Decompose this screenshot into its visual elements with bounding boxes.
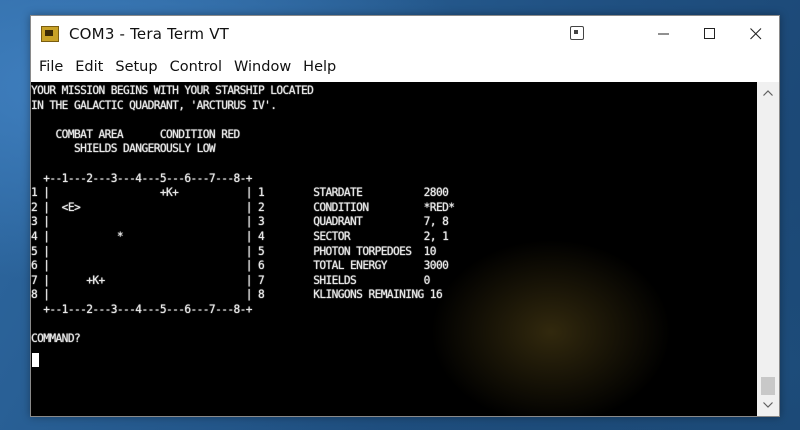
- window-title: COM3 - Tera Term VT: [69, 25, 230, 43]
- terminal-line: 2 | <E> | 2 CONDITION *RED*: [31, 200, 455, 214]
- scrollbar-thumb[interactable]: [761, 377, 775, 395]
- chevron-down-icon: [763, 402, 773, 408]
- title-bar[interactable]: COM3 - Tera Term VT: [31, 16, 779, 52]
- terminal-line: COMBAT AREA CONDITION RED: [31, 127, 241, 141]
- terminal-line: 7 | +K+ | 7 SHIELDS 0: [31, 273, 430, 287]
- vertical-scrollbar[interactable]: [757, 82, 779, 416]
- terminal-line: +--1---2---3---4---5---6---7---8-+: [31, 302, 252, 316]
- maximize-icon: [704, 28, 715, 39]
- teraterm-window: COM3 - Tera Term VT File Edit Setup Cont…: [30, 15, 780, 417]
- chevron-up-icon: [763, 90, 773, 96]
- menu-edit[interactable]: Edit: [69, 59, 109, 75]
- maximize-button[interactable]: [687, 16, 733, 52]
- menu-file[interactable]: File: [33, 59, 69, 75]
- minimize-icon: [658, 33, 669, 35]
- terminal-line: COMMAND?: [31, 332, 81, 346]
- close-icon: [750, 28, 762, 40]
- terminal-line: 4 | * | 4 SECTOR 2, 1: [31, 229, 449, 243]
- terminal-line: SHIELDS DANGEROUSLY LOW: [31, 142, 216, 156]
- teraterm-app-icon[interactable]: [41, 26, 59, 42]
- menu-control[interactable]: Control: [164, 59, 228, 75]
- terminal-output: YOUR MISSION BEGINS WITH YOUR STARSHIP L…: [31, 84, 455, 347]
- menu-bar: File Edit Setup Control Window Help: [31, 52, 779, 82]
- terminal-line: 3 | | 3 QUADRANT 7, 8: [31, 215, 449, 229]
- terminal-line: 5 | | 5 PHOTON TORPEDOES 10: [31, 244, 437, 258]
- scroll-up-button[interactable]: [757, 84, 779, 102]
- terminal-line: 6 | | 6 TOTAL ENERGY 3000: [31, 259, 449, 273]
- terminal-line: IN THE GALACTIC QUADRANT, 'ARCTURUS IV'.: [31, 98, 277, 112]
- menu-window[interactable]: Window: [228, 59, 297, 75]
- terminal-line: +--1---2---3---4---5---6---7---8-+: [31, 171, 252, 185]
- scroll-down-button[interactable]: [757, 396, 779, 414]
- minimize-button[interactable]: [641, 16, 687, 52]
- window-mode-icon[interactable]: [570, 26, 584, 40]
- menu-setup[interactable]: Setup: [109, 59, 163, 75]
- close-button[interactable]: [733, 16, 779, 52]
- terminal-cursor: [32, 353, 39, 367]
- terminal-screen[interactable]: YOUR MISSION BEGINS WITH YOUR STARSHIP L…: [31, 82, 757, 416]
- terminal-line: 8 | | 8 KLINGONS REMAINING 16: [31, 288, 443, 302]
- terminal-line: YOUR MISSION BEGINS WITH YOUR STARSHIP L…: [31, 84, 314, 97]
- menu-help[interactable]: Help: [297, 59, 342, 75]
- terminal-line: 1 | +K+ | 1 STARDATE 2800: [31, 186, 449, 200]
